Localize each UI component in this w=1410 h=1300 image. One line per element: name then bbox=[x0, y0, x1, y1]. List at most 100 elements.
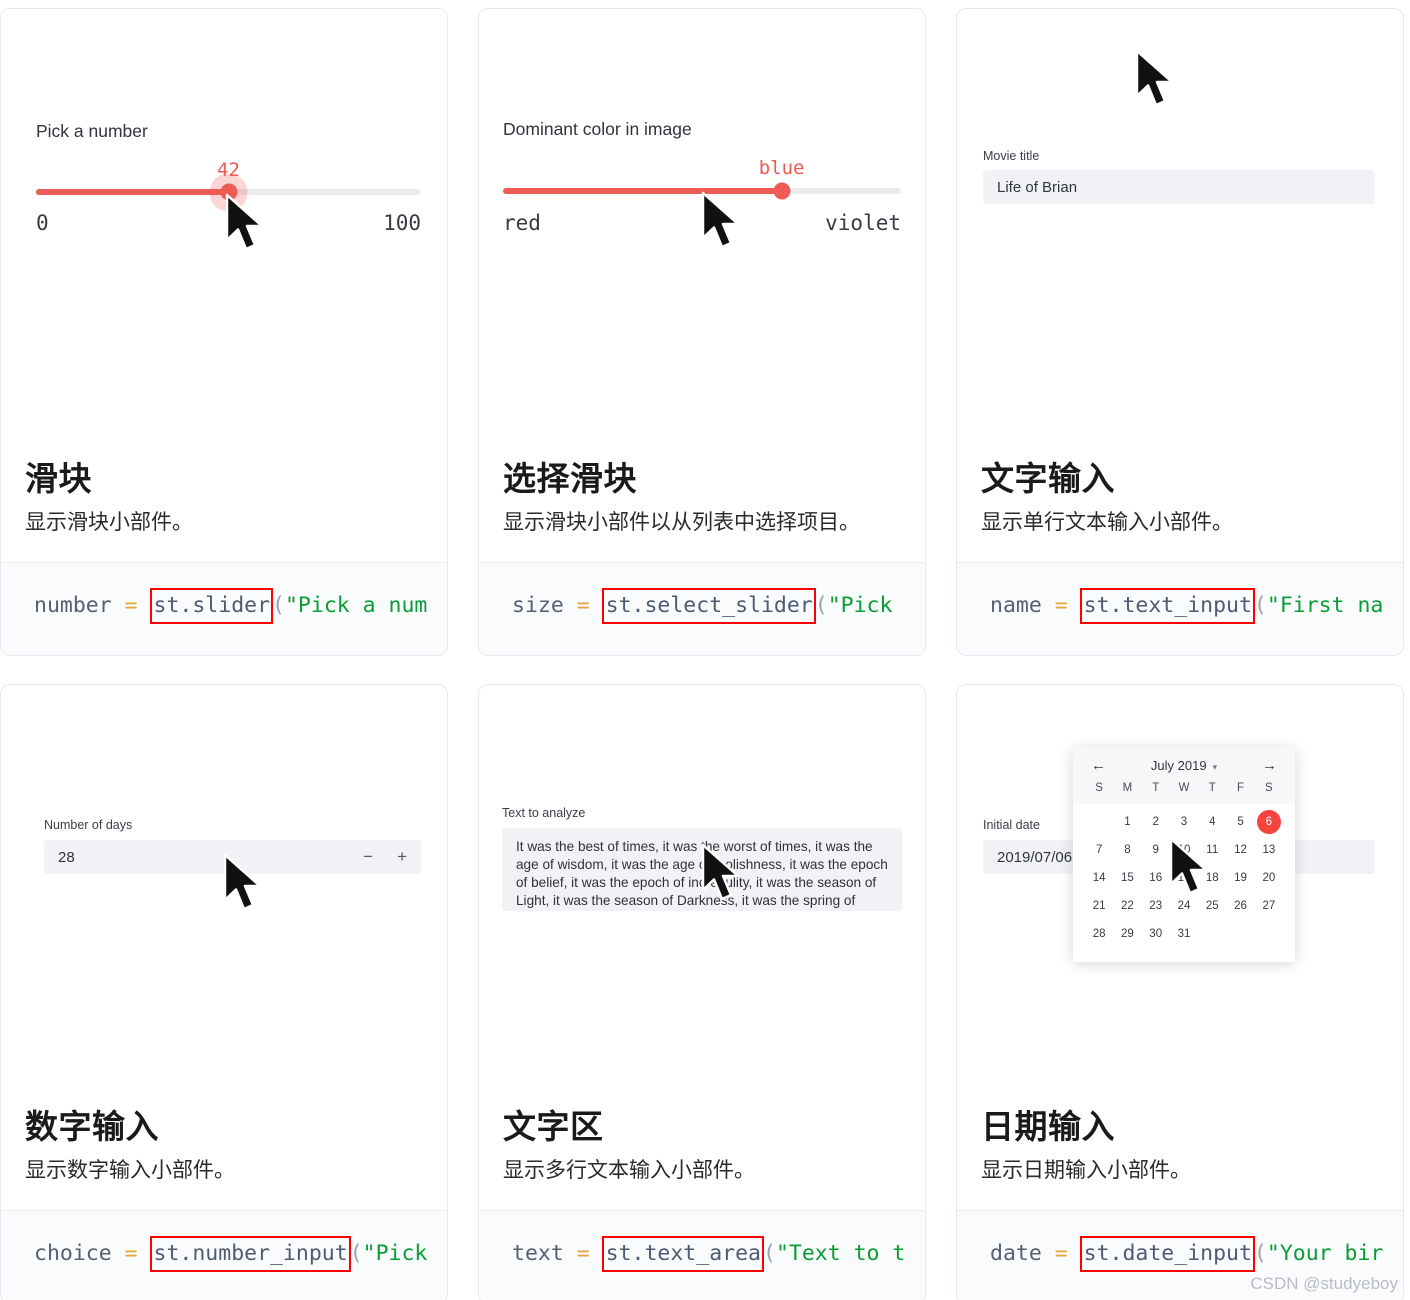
dow-label: S bbox=[1265, 782, 1273, 794]
calendar-day[interactable]: 20 bbox=[1255, 866, 1283, 890]
calendar-day[interactable]: 24 bbox=[1170, 894, 1198, 918]
calendar-day-grid: 1 2 3 4 5 6 7 8 9 10 11 12 13 14 15 16 1… bbox=[1073, 804, 1295, 962]
increment-button[interactable]: + bbox=[397, 847, 407, 867]
card-number-input: Number of days 28 − + 数字输入 显示数字输入小部件。 ch… bbox=[0, 684, 448, 1300]
chevron-down-icon: ▾ bbox=[1212, 762, 1218, 772]
card-body-text-input: 文字输入 显示单行文本输入小部件。 bbox=[957, 458, 1403, 562]
prev-month-arrow-icon[interactable]: ← bbox=[1091, 757, 1106, 774]
select-slider-min-label: red bbox=[503, 211, 541, 235]
calendar-navigation: ← July 2019 ▾ → bbox=[1085, 755, 1283, 782]
calendar-day[interactable] bbox=[1255, 922, 1283, 946]
card-description: 显示滑块小部件。 bbox=[25, 510, 193, 534]
slider-thumb[interactable] bbox=[220, 183, 237, 201]
code-equals: = bbox=[576, 1241, 590, 1267]
select-slider-max-label: violet bbox=[825, 211, 901, 235]
calendar-day[interactable]: 2 bbox=[1142, 810, 1170, 834]
code-strip-number-input: choice = st.number_input("Pick bbox=[1, 1210, 447, 1300]
calendar-day-selected-value: 6 bbox=[1256, 810, 1281, 834]
calendar-day[interactable]: 16 bbox=[1142, 866, 1170, 890]
number-input-widget[interactable]: Number of days 28 − + bbox=[44, 818, 421, 874]
code-paren: ( bbox=[349, 1241, 363, 1267]
calendar-day[interactable]: 30 bbox=[1142, 922, 1170, 946]
card-text-input: Movie title Life of Brian 文字输入 显示单行文本输入小… bbox=[956, 8, 1404, 656]
card-description: 显示滑块小部件以从列表中选择项目。 bbox=[503, 510, 860, 534]
calendar-week-row: 28 29 30 31 bbox=[1085, 922, 1283, 946]
calendar-day[interactable]: 25 bbox=[1198, 894, 1226, 918]
text-area-field[interactable]: It was the best of times, it was the wor… bbox=[502, 828, 902, 911]
text-area-widget[interactable]: Text to analyze It was the best of times… bbox=[502, 806, 902, 911]
preview-text-area: Text to analyze It was the best of times… bbox=[479, 685, 925, 1106]
card-text-area: Text to analyze It was the best of times… bbox=[478, 684, 926, 1300]
dow-label: W bbox=[1178, 782, 1190, 794]
slider-widget[interactable]: Pick a number 42 0 100 bbox=[36, 121, 421, 235]
calendar-day[interactable]: 21 bbox=[1085, 894, 1113, 918]
decrement-button[interactable]: − bbox=[363, 847, 373, 867]
dow-label: F bbox=[1237, 782, 1245, 794]
calendar-day[interactable] bbox=[1085, 810, 1113, 834]
calendar-day[interactable] bbox=[1226, 922, 1254, 946]
code-line: choice = st.number_input("Pick bbox=[1, 1236, 447, 1273]
text-input-field[interactable]: Life of Brian bbox=[983, 170, 1375, 204]
calendar-day[interactable]: 15 bbox=[1113, 866, 1141, 890]
card-date-input: Initial date 2019/07/06 ← July 2019 ▾ → S… bbox=[956, 684, 1404, 1300]
calendar-day[interactable]: 31 bbox=[1170, 922, 1198, 946]
calendar-popup[interactable]: ← July 2019 ▾ → S M T W T F S 1 2 3 4 5 … bbox=[1073, 747, 1295, 962]
code-equals: = bbox=[124, 593, 138, 619]
card-body-date-input: 日期输入 显示日期输入小部件。 bbox=[957, 1106, 1403, 1210]
calendar-day[interactable]: 18 bbox=[1198, 866, 1226, 890]
calendar-day[interactable]: 17 bbox=[1170, 866, 1198, 890]
number-input-field[interactable]: 28 − + bbox=[44, 840, 421, 874]
card-select-slider: Dominant color in image blue red violet bbox=[478, 8, 926, 656]
select-slider-thumb[interactable] bbox=[773, 182, 791, 200]
card-body-number-input: 数字输入 显示数字输入小部件。 bbox=[1, 1106, 447, 1210]
text-input-widget[interactable]: Movie title Life of Brian bbox=[983, 149, 1375, 204]
code-strip-text-input: name = st.text_input("First na bbox=[957, 562, 1403, 655]
calendar-day-selected[interactable]: 6 bbox=[1255, 810, 1283, 834]
code-paren: ( bbox=[1253, 593, 1267, 619]
code-string: "Pick bbox=[362, 1241, 428, 1267]
code-equals: = bbox=[576, 593, 590, 619]
calendar-day[interactable]: 3 bbox=[1170, 810, 1198, 834]
calendar-day[interactable]: 28 bbox=[1085, 922, 1113, 946]
code-highlighted-call: st.text_input bbox=[1079, 588, 1255, 625]
calendar-day[interactable]: 29 bbox=[1113, 922, 1141, 946]
calendar-day[interactable]: 1 bbox=[1113, 810, 1141, 834]
next-month-arrow-icon[interactable]: → bbox=[1262, 757, 1277, 774]
code-variable: date bbox=[990, 1241, 1042, 1267]
calendar-header: ← July 2019 ▾ → S M T W T F S bbox=[1073, 747, 1295, 804]
calendar-day[interactable]: 27 bbox=[1255, 894, 1283, 918]
calendar-day[interactable] bbox=[1198, 922, 1226, 946]
select-slider-track[interactable] bbox=[503, 182, 901, 200]
number-input-steppers: − + bbox=[363, 847, 407, 867]
calendar-day[interactable]: 12 bbox=[1226, 838, 1254, 862]
preview-date-input: Initial date 2019/07/06 ← July 2019 ▾ → S… bbox=[957, 685, 1403, 1106]
calendar-day[interactable]: 14 bbox=[1085, 866, 1113, 890]
calendar-day[interactable]: 7 bbox=[1085, 838, 1113, 862]
select-slider-widget[interactable]: Dominant color in image blue red violet bbox=[503, 119, 901, 235]
calendar-day[interactable]: 13 bbox=[1255, 838, 1283, 862]
calendar-day[interactable]: 10 bbox=[1170, 838, 1198, 862]
calendar-day[interactable]: 4 bbox=[1198, 810, 1226, 834]
calendar-week-row: 7 8 9 10 11 12 13 bbox=[1085, 838, 1283, 862]
calendar-day[interactable]: 9 bbox=[1142, 838, 1170, 862]
mouse-cursor-icon bbox=[701, 191, 747, 258]
slider-fill bbox=[36, 189, 229, 195]
calendar-month-selector[interactable]: July 2019 ▾ bbox=[1151, 758, 1217, 773]
calendar-day[interactable]: 26 bbox=[1226, 894, 1254, 918]
code-line: number = st.slider("Pick a num bbox=[1, 588, 447, 625]
code-highlighted-call: st.text_area bbox=[601, 1236, 764, 1273]
code-variable: name bbox=[990, 593, 1042, 619]
calendar-day[interactable]: 22 bbox=[1113, 894, 1141, 918]
calendar-day[interactable]: 5 bbox=[1226, 810, 1254, 834]
widget-card-grid: Pick a number 42 0 100 滑块 显示滑块小部件。 numbe… bbox=[0, 0, 1410, 1300]
code-highlighted-call: st.date_input bbox=[1079, 1236, 1255, 1273]
calendar-day[interactable]: 8 bbox=[1113, 838, 1141, 862]
dow-label: T bbox=[1208, 782, 1216, 794]
calendar-day[interactable]: 19 bbox=[1226, 866, 1254, 890]
calendar-day[interactable]: 23 bbox=[1142, 894, 1170, 918]
slider-max-label: 100 bbox=[383, 211, 421, 235]
code-paren: ( bbox=[1253, 1241, 1267, 1267]
card-description: 显示单行文本输入小部件。 bbox=[981, 510, 1233, 534]
slider-track[interactable] bbox=[36, 183, 421, 201]
calendar-day[interactable]: 11 bbox=[1198, 838, 1226, 862]
